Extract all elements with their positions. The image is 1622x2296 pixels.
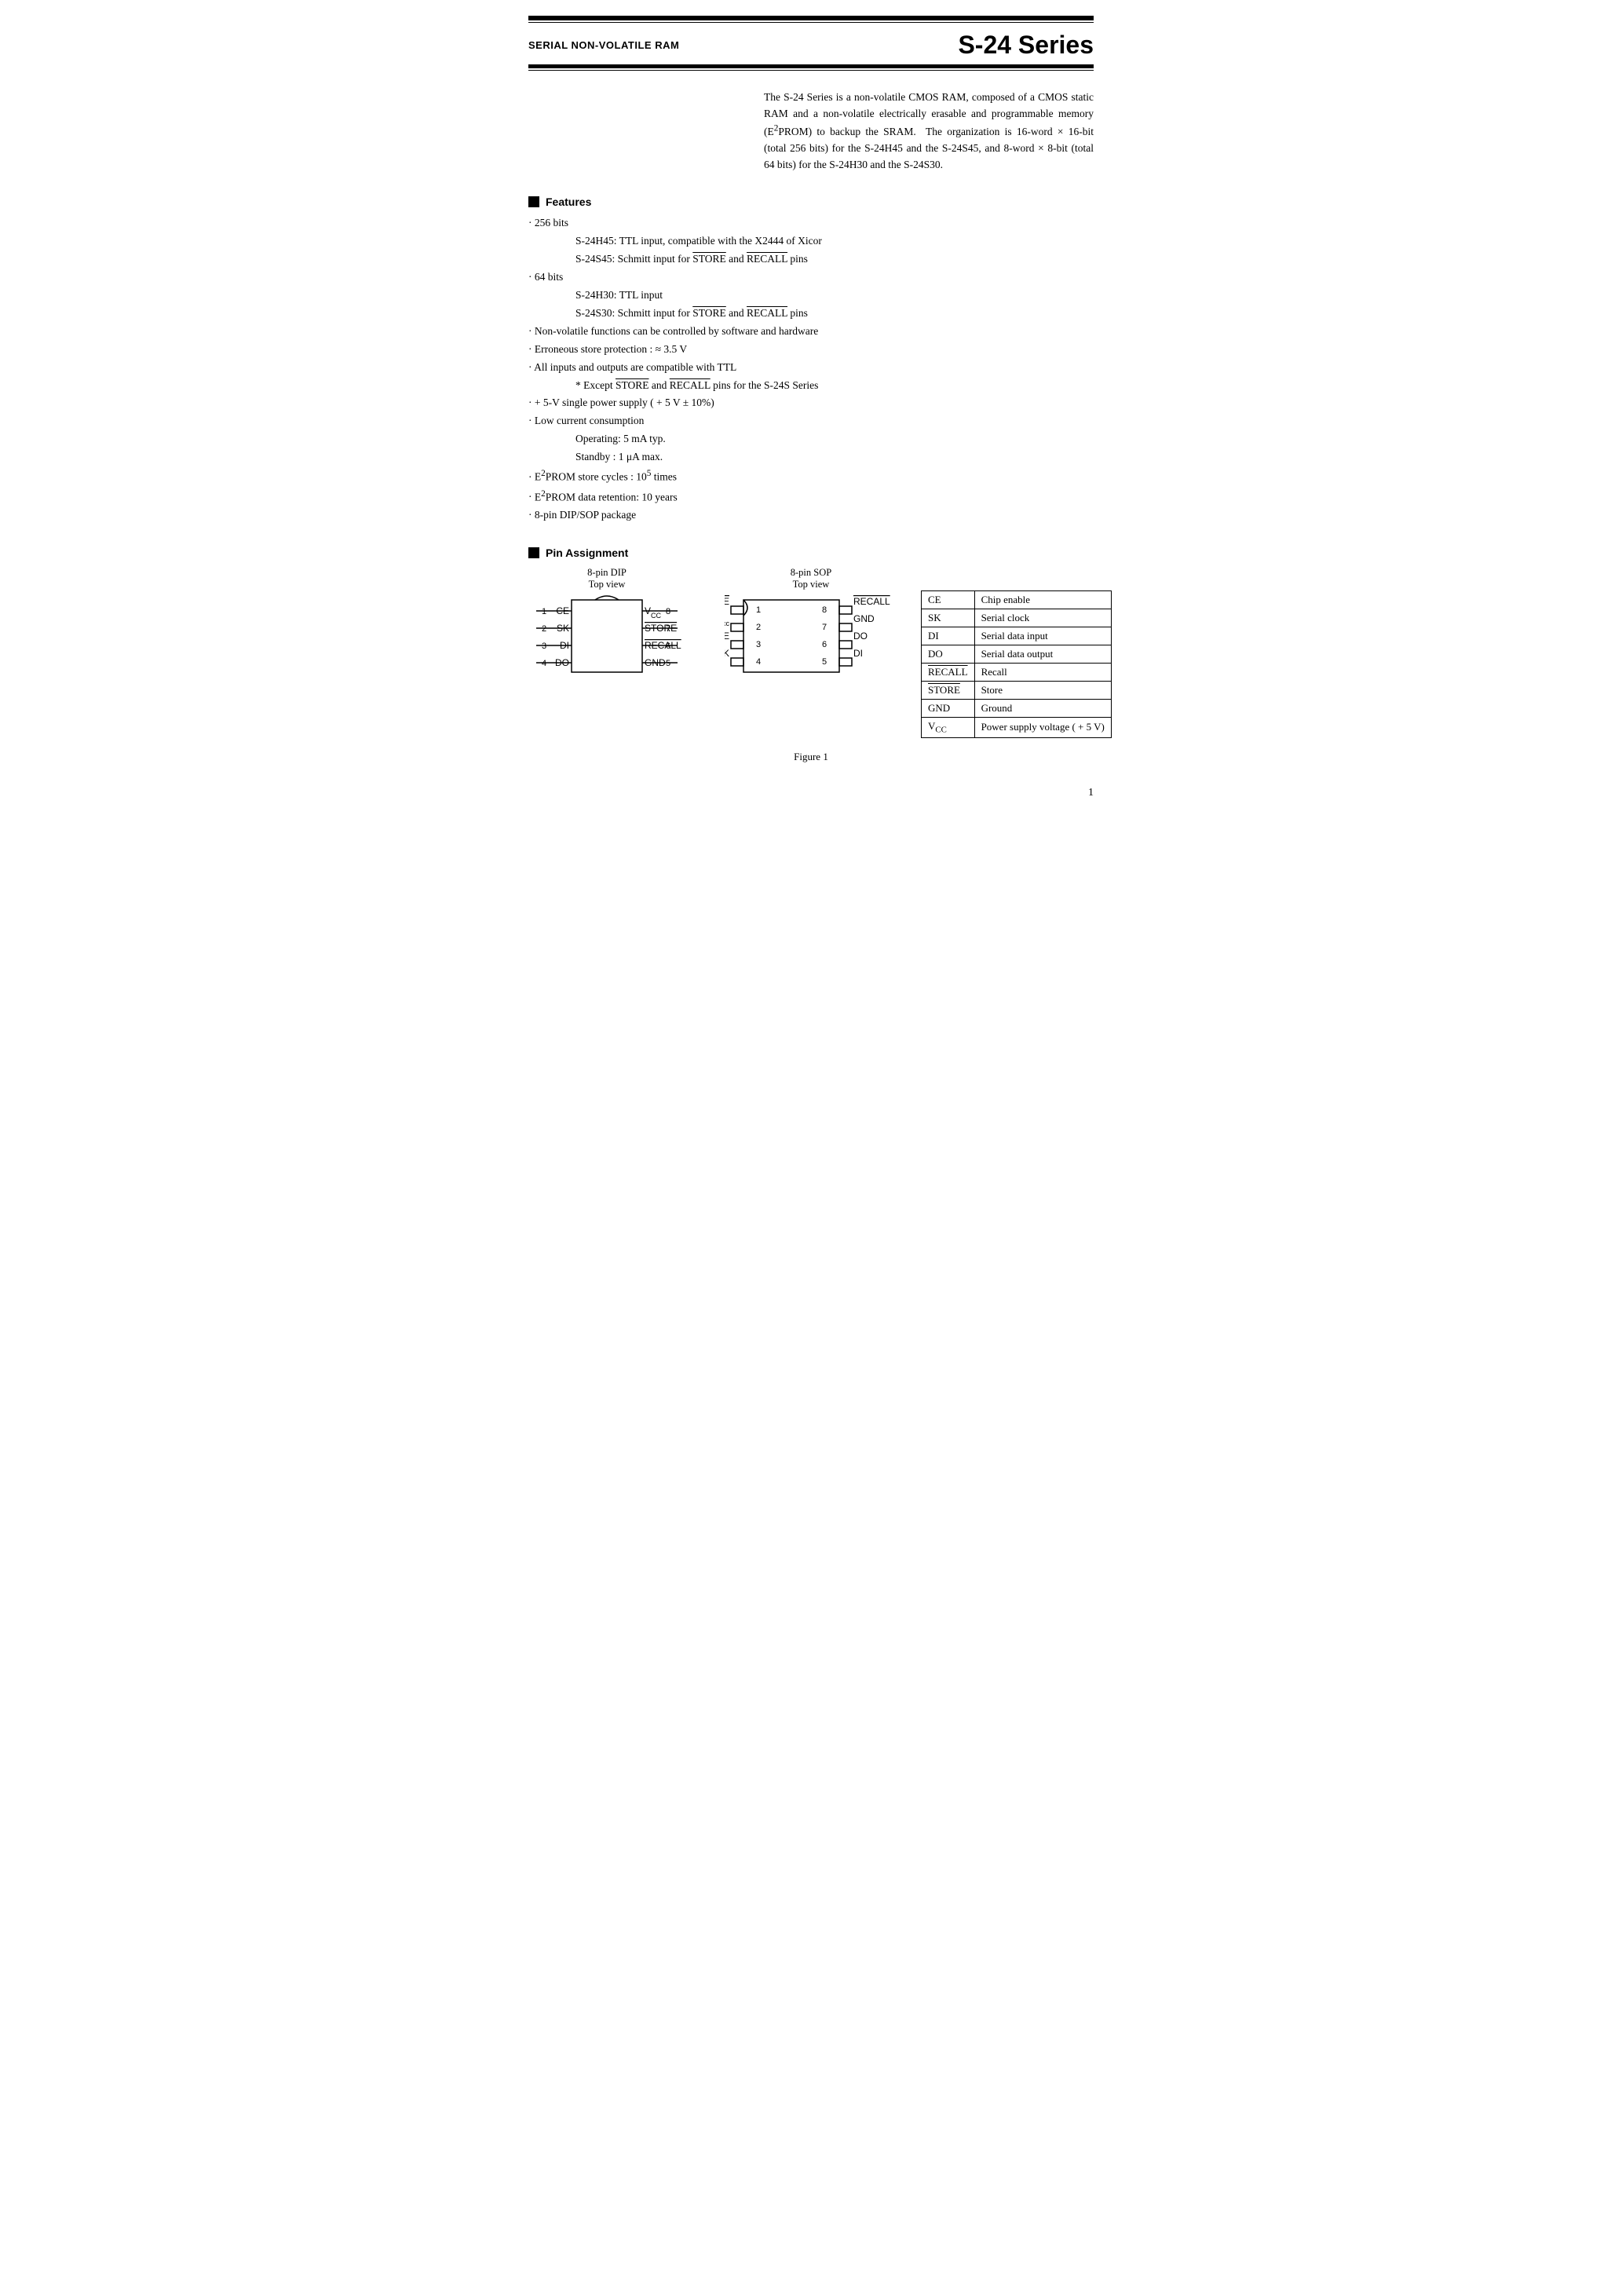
pin-table-row: DOSerial data output (922, 645, 1112, 664)
feature-erroneous: Erroneous store protection : ≈ 3.5 V (528, 341, 1094, 359)
svg-text:8: 8 (822, 605, 827, 615)
description-block: The S-24 Series is a non-volatile CMOS R… (764, 90, 1094, 174)
feature-64bits: 64 bits S-24H30: TTL input S-24S30: Schm… (528, 269, 1094, 323)
pin-table-container: CEChip enableSKSerial clockDISerial data… (921, 590, 1112, 738)
features-section: Features 256 bits S-24H45: TTL input, co… (528, 196, 1094, 525)
sop-diagram: 8-pin SOP Top view (725, 567, 897, 696)
bottom-rule-thick (528, 64, 1094, 68)
pin-table-row: SKSerial clock (922, 609, 1112, 627)
svg-text:2: 2 (542, 624, 546, 634)
svg-text:5: 5 (822, 657, 827, 667)
pin-assignment-title: Pin Assignment (528, 547, 1094, 559)
svg-text:4: 4 (756, 657, 761, 667)
feature-power-supply: + 5-V single power supply ( + 5 V ± 10%) (528, 394, 1094, 412)
dip-title: 8-pin DIP Top view (587, 567, 627, 590)
feature-s24h30: S-24H30: TTL input (575, 287, 1094, 305)
svg-text:DI: DI (853, 648, 863, 659)
svg-text:1: 1 (542, 607, 546, 616)
feature-data-retention: E2PROM data retention: 10 years (528, 487, 1094, 506)
bottom-rule-thin (528, 70, 1094, 71)
sop-title: 8-pin SOP Top view (791, 567, 831, 590)
dip-package-svg: CE 1 SK 2 DI 3 DO 4 VCC 8 STORE 7 RECALL… (528, 594, 685, 696)
svg-text:SK: SK (557, 623, 569, 634)
pin-table-row: GNDGround (922, 700, 1112, 718)
svg-text:GND: GND (853, 613, 875, 624)
svg-text:3: 3 (542, 642, 546, 651)
features-list: 256 bits S-24H45: TTL input, compatible … (528, 214, 1094, 525)
pin-table-row: VCCPower supply voltage ( + 5 V) (922, 718, 1112, 738)
svg-text:4: 4 (542, 659, 546, 668)
pin-table-row: RECALLRecall (922, 664, 1112, 682)
svg-text:STORE: STORE (725, 596, 729, 607)
figure-caption: Figure 1 (528, 751, 1094, 763)
top-rule-thick (528, 16, 1094, 20)
feature-nonvolatile: Non-volatile functions can be controlled… (528, 323, 1094, 341)
svg-text:RECALL: RECALL (645, 640, 681, 651)
svg-text:2: 2 (756, 623, 761, 632)
svg-text:8: 8 (666, 607, 670, 616)
dip-diagram: 8-pin DIP Top view (528, 567, 685, 696)
features-icon (528, 196, 539, 207)
svg-text:7: 7 (822, 623, 827, 632)
top-rule-thin (528, 22, 1094, 23)
features-title: Features (528, 196, 1094, 208)
feature-ttl-except: * Except STORE and RECALL pins for the S… (575, 377, 1094, 395)
svg-text:7: 7 (666, 624, 670, 634)
feature-store-cycles: E2PROM store cycles : 105 times (528, 466, 1094, 486)
svg-text:DI: DI (560, 640, 569, 651)
feature-s24s30: S-24S30: Schmitt input for STORE and REC… (575, 305, 1094, 323)
description-text: The S-24 Series is a non-volatile CMOS R… (764, 91, 1094, 170)
page-number: 1 (528, 787, 1094, 799)
svg-text:1: 1 (756, 605, 761, 615)
svg-text:6: 6 (666, 642, 670, 651)
feature-s24s45: S-24S45: Schmitt input for STORE and REC… (575, 250, 1094, 269)
svg-text:RECALL: RECALL (853, 596, 890, 607)
svg-text:5: 5 (666, 659, 670, 668)
document-title: S-24 Series (958, 31, 1094, 60)
svg-text:STORE: STORE (645, 623, 677, 634)
svg-text:VCC: VCC (645, 605, 662, 620)
svg-text:SK: SK (725, 648, 729, 659)
pin-table-row: CEChip enable (922, 591, 1112, 609)
feature-ttl: All inputs and outputs are compatible wi… (528, 359, 1094, 395)
svg-text:6: 6 (822, 640, 827, 649)
feature-low-current: Low current consumption Operating: 5 mA … (528, 412, 1094, 466)
svg-text:DO: DO (555, 657, 569, 668)
pin-assignment-section: Pin Assignment 8-pin DIP Top view (528, 547, 1094, 763)
feature-operating: Operating: 5 mA typ. (575, 430, 1094, 448)
feature-256bits: 256 bits S-24H45: TTL input, compatible … (528, 214, 1094, 269)
pin-table: CEChip enableSKSerial clockDISerial data… (921, 590, 1112, 738)
svg-text:CE: CE (556, 605, 569, 616)
svg-text:3: 3 (756, 640, 761, 649)
pin-assignment-icon (528, 547, 539, 558)
document-subtitle: SERIAL NON-VOLATILE RAM (528, 39, 679, 51)
feature-s24h45: S-24H45: TTL input, compatible with the … (575, 232, 1094, 250)
svg-text:CE: CE (725, 631, 729, 642)
svg-text:DO: DO (853, 631, 868, 642)
svg-text:Vcc: Vcc (725, 613, 730, 627)
feature-package: 8-pin DIP/SOP package (528, 506, 1094, 525)
pin-table-row: DISerial data input (922, 627, 1112, 645)
sop-package-svg: STORE 1 Vcc 2 CE 3 SK 4 RECALL 8 GND 7 D… (725, 594, 897, 696)
pin-table-row: STOREStore (922, 682, 1112, 700)
svg-text:GND: GND (645, 657, 666, 668)
feature-standby: Standby : 1 μA max. (575, 448, 1094, 466)
